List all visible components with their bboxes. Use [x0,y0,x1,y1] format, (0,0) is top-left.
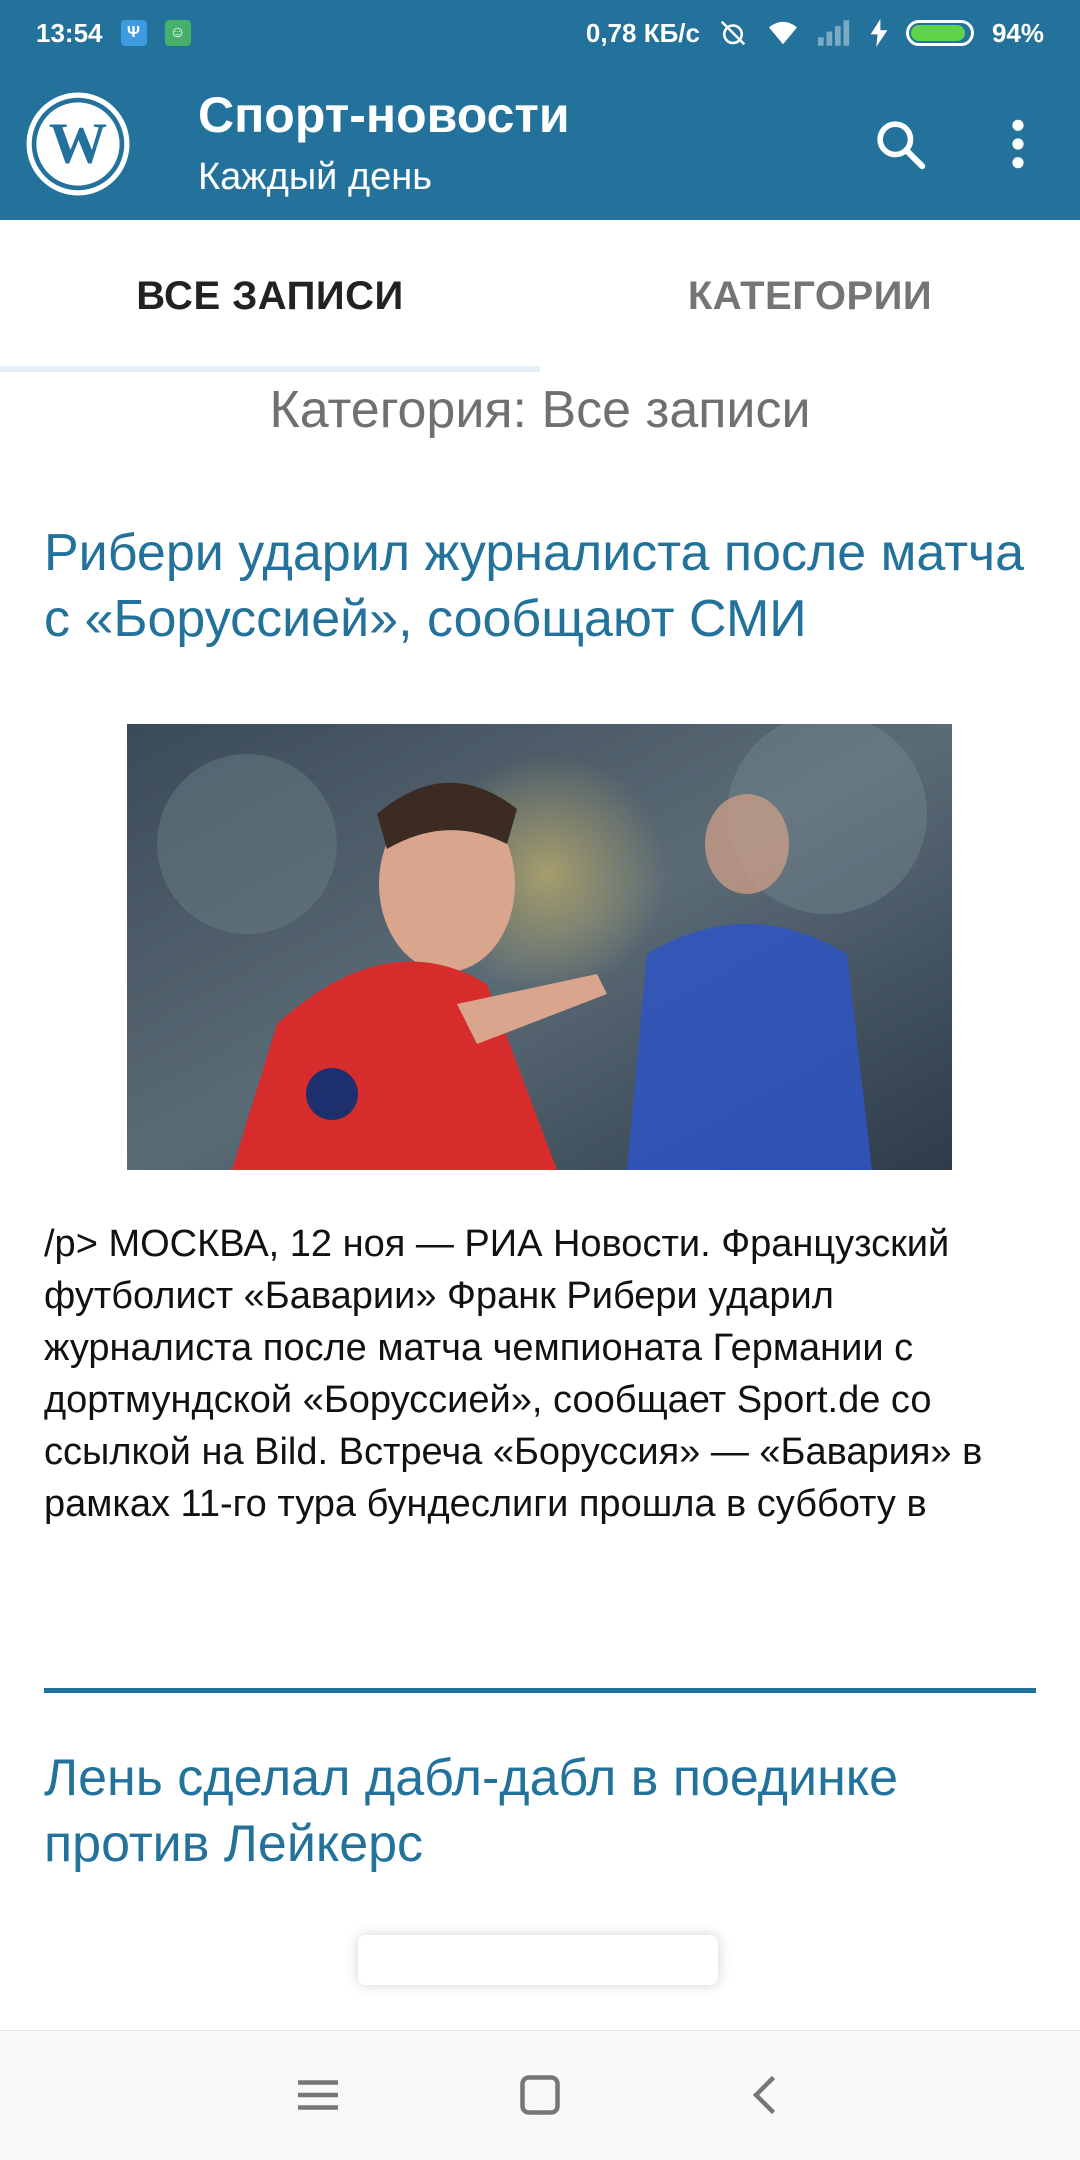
post-separator [44,1688,1036,1693]
app-subtitle: Каждый день [198,156,433,198]
system-nav-bar [0,2030,1080,2160]
tab-all-posts-label: ВСЕ ЗАПИСИ [136,273,404,318]
wifi-icon [768,21,797,45]
network-speed: 0,78 КБ/с [585,17,700,48]
post-excerpt: /p> МОСКВА, 12 ноя — РИА Новости. Францу… [44,1223,983,1525]
usb-icon: Ψ [120,20,147,46]
app-title: Спорт-новости [198,87,570,143]
status-right: 0,78 КБ/с 94% [586,18,1044,49]
search-icon[interactable] [872,116,928,172]
tab-categories[interactable]: КАТЕГОРИИ [540,220,1080,372]
status-bar: 13:54 Ψ ☺ 0,78 КБ/с 94% [0,0,1080,66]
app-bar: W Спорт-новости Каждый день [0,66,1080,220]
tab-categories-label: КАТЕГОРИИ [687,273,933,318]
status-time: 13:54 [36,17,103,48]
status-left: 13:54 Ψ ☺ [36,18,191,49]
post-title[interactable]: Лень сделал дабл-дабл в поединке против … [44,1745,1044,1877]
android-debug-icon: ☺ [164,20,191,46]
wordpress-logo-icon[interactable]: W [26,92,130,196]
menu-icon[interactable] [288,2065,348,2125]
charging-icon [870,19,888,47]
home-square-icon[interactable] [510,2065,570,2125]
svg-text:W: W [49,111,107,176]
alarm-off-icon [720,20,746,46]
tab-all-posts[interactable]: ВСЕ ЗАПИСИ [0,220,540,372]
back-icon[interactable] [736,2065,796,2125]
signal-icon [817,20,850,46]
post-title[interactable]: Рибери ударил журналиста после матча с «… [44,520,1044,652]
post-image[interactable] [127,724,952,1170]
category-heading: Категория: Все записи [269,381,811,439]
battery-percent: 94% [991,17,1044,48]
tab-bar: ВСЕ ЗАПИСИ КАТЕГОРИИ [0,220,1080,372]
battery-icon [905,20,974,46]
post-image-peek[interactable] [358,1935,718,1985]
more-vert-icon[interactable] [998,116,1038,172]
tab-indicator [0,366,540,372]
